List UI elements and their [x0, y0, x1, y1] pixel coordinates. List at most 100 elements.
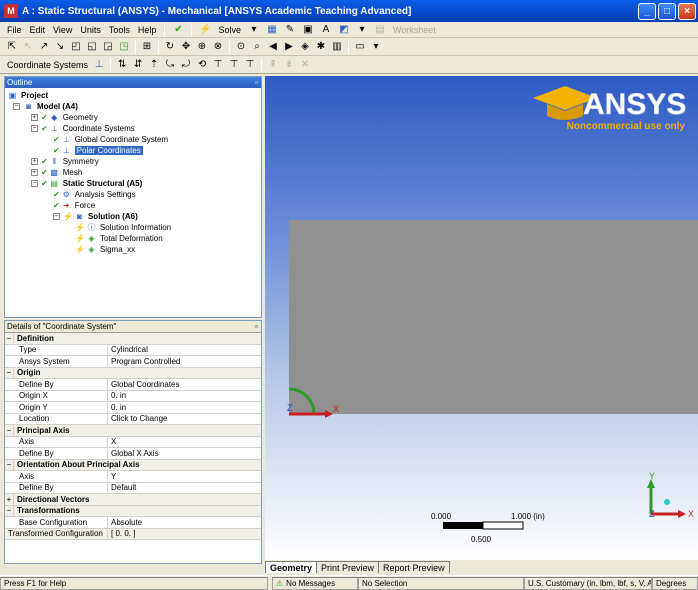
new-analysis-icon[interactable]: ▦ [265, 23, 279, 36]
tree-node-coordinate-systems[interactable]: − ✔ ⊥ Coordinate Systems [31, 123, 135, 134]
annotation-icon[interactable]: A [319, 23, 333, 36]
collapse-toggle[interactable]: − [5, 459, 14, 470]
expand-toggle[interactable]: + [31, 169, 38, 176]
details-row-axis[interactable]: Axis X [5, 436, 261, 448]
collapse-toggle[interactable]: − [5, 425, 14, 436]
details-row-define-by[interactable]: Define By Global X Axis [5, 448, 261, 460]
next-view-icon[interactable]: ▶ [282, 40, 296, 53]
property-value[interactable]: 0. in [108, 403, 261, 412]
edge-select-icon[interactable]: ↗ [37, 40, 51, 53]
set-view-icon[interactable]: ✱ [314, 40, 328, 53]
property-value[interactable]: X [108, 437, 261, 446]
collapse-toggle[interactable]: − [13, 103, 20, 110]
expand-toggle[interactable]: + [31, 158, 38, 165]
tree-node-solution-information[interactable]: ⚡ ⓘ Solution Information [75, 222, 171, 233]
rotate-z-icon[interactable]: ⟲ [195, 58, 209, 71]
details-row-type[interactable]: Type Cylindrical [5, 344, 261, 356]
zoom-to-fit-icon[interactable]: ⊙ [234, 40, 248, 53]
collapse-toggle[interactable]: − [53, 213, 60, 220]
tab-geometry[interactable]: Geometry [265, 561, 318, 573]
tree-node-solution[interactable]: − ⚡ ◙ Solution (A6) [53, 211, 138, 222]
flip-y-icon[interactable]: ⊤ [227, 58, 241, 71]
property-value[interactable]: 0. in [108, 391, 261, 400]
tree-node-sigma-xx[interactable]: ⚡ ◈ Sigma_xx [75, 244, 135, 255]
status-angle-units[interactable]: Degrees [652, 576, 698, 590]
magnifier-icon[interactable]: ⌕ [250, 40, 264, 53]
chevron-down-icon[interactable]: ▾ [247, 23, 261, 36]
details-group-definition[interactable]: − Definition [5, 333, 261, 345]
status-units[interactable]: U.S. Customary (in, lbm, lbf, s, V, A) [524, 576, 652, 590]
pan-icon[interactable]: ✥ [179, 40, 193, 53]
property-value[interactable]: Global Coordinates [108, 380, 261, 389]
details-row-transformed-configuration[interactable]: Transformed Configuration[ 0. 0. ] [5, 528, 261, 540]
delete-icon[interactable]: ✕ [298, 58, 312, 71]
worksheet-icon[interactable]: ▤ [373, 23, 387, 36]
chevron-down-icon[interactable]: ▾ [369, 40, 383, 53]
chart-icon[interactable]: ◩ [337, 23, 351, 36]
coordinate-system-icon[interactable]: ⊥ [92, 58, 106, 71]
extend-selection-icon[interactable]: ⊞ [140, 40, 154, 53]
details-row-base-configuration[interactable]: Base Configuration Absolute [5, 517, 261, 529]
check-icon[interactable]: ✔ [171, 23, 185, 36]
menu-file[interactable]: File [4, 25, 25, 35]
details-group-origin[interactable]: − Origin [5, 367, 261, 379]
edge-filter-icon[interactable]: ◱ [85, 40, 99, 53]
rotate-y-icon[interactable]: ⤾ [179, 58, 193, 71]
pin-icon[interactable]: ▫ [255, 78, 258, 87]
comment-icon[interactable]: ✎ [283, 23, 297, 36]
menu-tools[interactable]: Tools [106, 25, 133, 35]
plate-geometry[interactable] [289, 220, 698, 414]
property-value[interactable]: Global X Axis [108, 449, 261, 458]
worksheet-button[interactable]: Worksheet [390, 25, 439, 35]
property-value[interactable]: Cylindrical [108, 345, 261, 354]
tree-node-model[interactable]: − ◙ Model (A4) [13, 101, 78, 112]
status-messages[interactable]: ⚠ No Messages [272, 576, 358, 590]
tree-node-analysis-settings[interactable]: ✔ ⚙ Analysis Settings [53, 189, 136, 200]
tree-node-total-deformation[interactable]: ⚡ ◈ Total Deformation [75, 233, 163, 244]
details-group-directional-vectors[interactable]: + Directional Vectors [5, 494, 261, 506]
details-group-orientation[interactable]: − Orientation About Principal Axis [5, 459, 261, 471]
tree-node-geometry[interactable]: + ✔ ◆ Geometry [31, 112, 98, 123]
zoom-icon[interactable]: ⊕ [195, 40, 209, 53]
collapse-toggle[interactable]: − [5, 505, 14, 516]
tab-print-preview[interactable]: Print Preview [316, 561, 380, 573]
property-value[interactable]: Absolute [108, 518, 261, 527]
menu-help[interactable]: Help [135, 25, 160, 35]
menu-view[interactable]: View [50, 25, 75, 35]
property-value[interactable]: [ 0. 0. ] [108, 529, 261, 538]
details-row-define-by[interactable]: Define By Default [5, 482, 261, 494]
solve-button[interactable]: Solve [215, 25, 244, 35]
details-group-transformations[interactable]: − Transformations [5, 505, 261, 517]
select-type-icon[interactable]: ↘ [53, 40, 67, 53]
property-value[interactable]: Click to Change [108, 414, 261, 423]
details-row-origin-x[interactable]: Origin X 0. in [5, 390, 261, 402]
tree-node-project[interactable]: ▣ Project [7, 90, 48, 101]
face-filter-icon[interactable]: ◲ [101, 40, 115, 53]
graphics-viewport[interactable]: ANSYS Noncommercial use only X Z 0.000 1… [265, 76, 698, 560]
tree-node-symmetry[interactable]: + ✔ ⫴ Symmetry [31, 156, 99, 167]
chevron-down-icon[interactable]: ▾ [355, 23, 369, 36]
tree-node-polar-coordinates[interactable]: ✔ ⊥ Polar Coordinates [53, 145, 143, 156]
expand-toggle[interactable]: + [31, 114, 38, 121]
tab-report-preview[interactable]: Report Preview [378, 561, 450, 573]
collapse-toggle[interactable]: − [31, 125, 38, 132]
rotate-icon[interactable]: ↻ [163, 40, 177, 53]
tree-node-global-coordinate-system[interactable]: ✔ ⊥ Global Coordinate System [53, 134, 168, 145]
box-zoom-icon[interactable]: ⊗ [211, 40, 225, 53]
details-row-origin-y[interactable]: Origin Y 0. in [5, 402, 261, 414]
tree-node-static-structural[interactable]: − ✔ ▤ Static Structural (A5) [31, 178, 142, 189]
flip-x-icon[interactable]: ⊤ [211, 58, 225, 71]
move-z-icon[interactable]: ⇡ [147, 58, 161, 71]
menu-edit[interactable]: Edit [27, 25, 49, 35]
rotate-x-icon[interactable]: ⤿ [163, 58, 177, 71]
window-layout-icon[interactable]: ▭ [353, 40, 367, 53]
move-x-icon[interactable]: ⇅ [115, 58, 129, 71]
vertex-select-icon[interactable]: ↖ [21, 40, 35, 53]
select-mode-icon[interactable]: ⇱ [5, 40, 19, 53]
move-down-icon[interactable]: ⇟ [282, 58, 296, 71]
minimize-button[interactable]: _ [638, 2, 656, 20]
collapse-toggle[interactable]: − [5, 333, 14, 344]
image-icon[interactable]: ▣ [301, 23, 315, 36]
property-value[interactable]: Program Controlled [108, 357, 261, 366]
body-filter-icon[interactable]: ◳ [117, 40, 131, 53]
